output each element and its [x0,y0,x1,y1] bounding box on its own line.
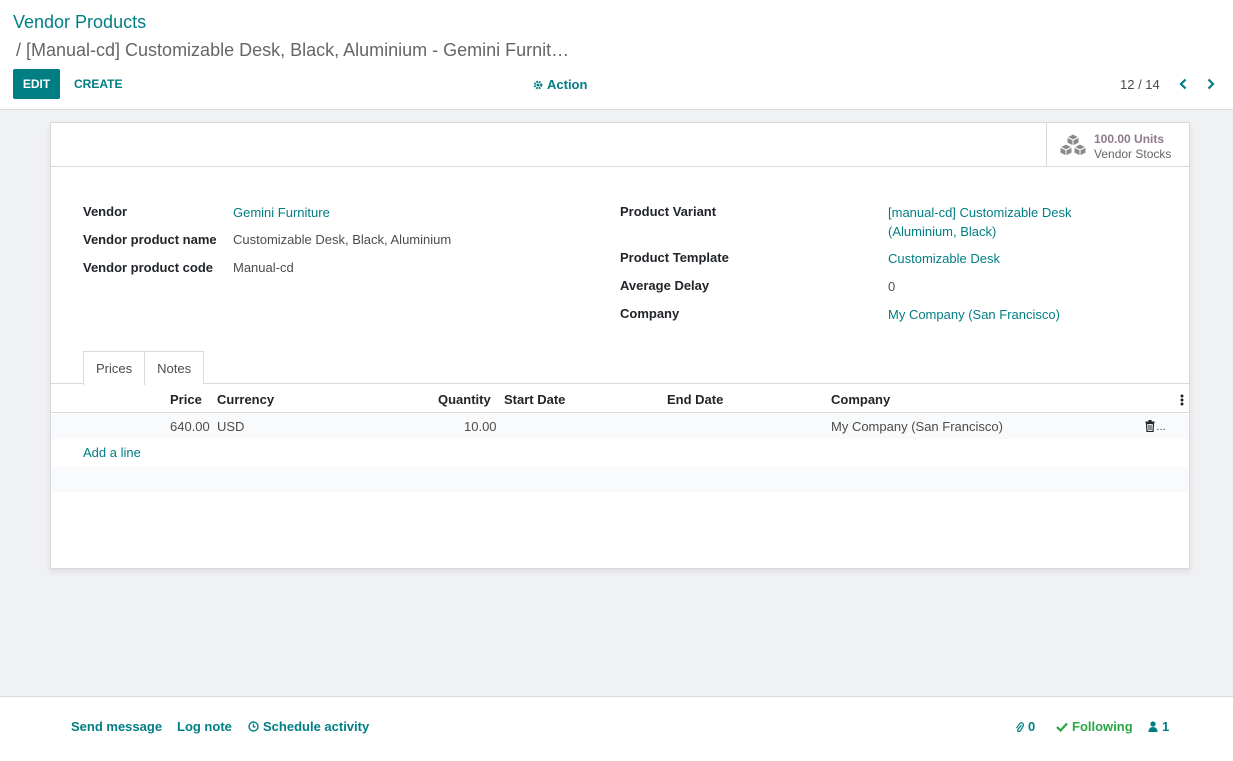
following-label: Following [1072,719,1133,734]
company-value[interactable]: My Company (San Francisco) [888,305,1060,324]
chatter-topbar: Send message Log note Schedule activity … [0,696,1233,761]
tab-prices[interactable]: Prices [83,351,146,385]
product-variant-label: Product Variant [620,204,717,219]
attachments-button[interactable]: 0 [1015,719,1035,734]
check-icon [1056,722,1068,732]
pager-value[interactable]: 12 / 14 [1120,77,1160,92]
stat-value: 100.00 Units [1094,132,1165,146]
control-panel: Vendor Products / [Manual-cd] Customizab… [0,0,1233,110]
column-header-currency[interactable]: Currency [217,392,274,407]
cell-price: 640.00 [170,419,210,434]
clock-icon [248,721,259,732]
vendor-product-code-label: Vendor product code [83,260,214,275]
notebook-tabs: Prices Notes [83,351,205,385]
product-template-label: Product Template [620,250,729,265]
gear-icon [533,80,543,89]
add-line-link[interactable]: Add a line [83,445,141,460]
schedule-activity-label: Schedule activity [263,719,370,734]
followers-button[interactable]: 1 [1148,719,1169,734]
vendor-product-name-value: Customizable Desk, Black, Aluminium [233,232,452,247]
empty-table-row [51,466,1189,492]
edit-button[interactable]: EDIT [13,69,60,99]
pager-previous-button[interactable] [1173,74,1193,94]
chevron-left-icon [1179,78,1187,90]
log-note-button[interactable]: Log note [177,719,232,734]
form-sheet: 100.00 Units Vendor Stocks Vendor Gemini… [50,122,1190,569]
delete-row-button[interactable]: … [1145,420,1166,433]
vendor-value[interactable]: Gemini Furniture [233,203,330,222]
average-delay-value: 0 [888,279,896,294]
table-header: Price Currency Quantity Start Date End D… [51,385,1189,413]
column-header-start-date[interactable]: Start Date [504,392,565,407]
average-delay-label: Average Delay [620,278,710,293]
breadcrumb-root[interactable]: Vendor Products [13,12,146,33]
vendor-label: Vendor [83,204,128,219]
stat-label: Vendor Stocks [1094,147,1172,161]
vendor-stocks-button[interactable]: 100.00 Units Vendor Stocks [1046,123,1189,167]
tab-notes[interactable]: Notes [144,351,205,384]
paperclip-icon [1016,721,1024,732]
cubes-icon [1059,133,1087,157]
product-variant-line2: (Aluminium, Black) [888,224,997,239]
product-variant-value[interactable]: [manual-cd] Customizable Desk (Aluminium… [888,203,1072,241]
pager-next-button[interactable] [1201,74,1221,94]
cell-currency: USD [217,419,245,434]
followers-count: 1 [1162,719,1170,734]
truncation-ellipsis: … [1156,422,1166,433]
user-icon [1148,721,1158,732]
column-options-icon[interactable] [1180,394,1184,406]
vendor-product-code-value: Manual-cd [233,260,294,275]
create-button[interactable]: CREATE [68,69,128,99]
company-label: Company [620,306,680,321]
product-variant-line1: [manual-cd] Customizable Desk [888,205,1072,220]
attachments-count: 0 [1028,719,1036,734]
schedule-activity-button[interactable]: Schedule activity [248,719,369,734]
cell-quantity: 10.00 [464,419,497,434]
chevron-right-icon [1207,78,1215,90]
following-button[interactable]: Following [1056,719,1133,734]
send-message-button[interactable]: Send message [71,719,162,734]
column-header-end-date[interactable]: End Date [667,392,723,407]
trash-icon [1145,420,1155,432]
table-row[interactable]: 640.00 USD 10.00 My Company (San Francis… [51,414,1189,439]
column-header-company[interactable]: Company [831,392,890,407]
vendor-product-name-label: Vendor product name [83,232,217,247]
action-button[interactable]: Action [533,77,587,92]
breadcrumb-current: / [Manual-cd] Customizable Desk, Black, … [16,40,570,60]
product-template-value[interactable]: Customizable Desk [888,249,1000,268]
action-label: Action [547,77,588,92]
tab-divider [51,383,1189,384]
cell-company: My Company (San Francisco) [831,419,1003,434]
column-header-price[interactable]: Price [170,392,202,407]
button-box: 100.00 Units Vendor Stocks [51,123,1189,167]
column-header-quantity[interactable]: Quantity [438,392,491,407]
